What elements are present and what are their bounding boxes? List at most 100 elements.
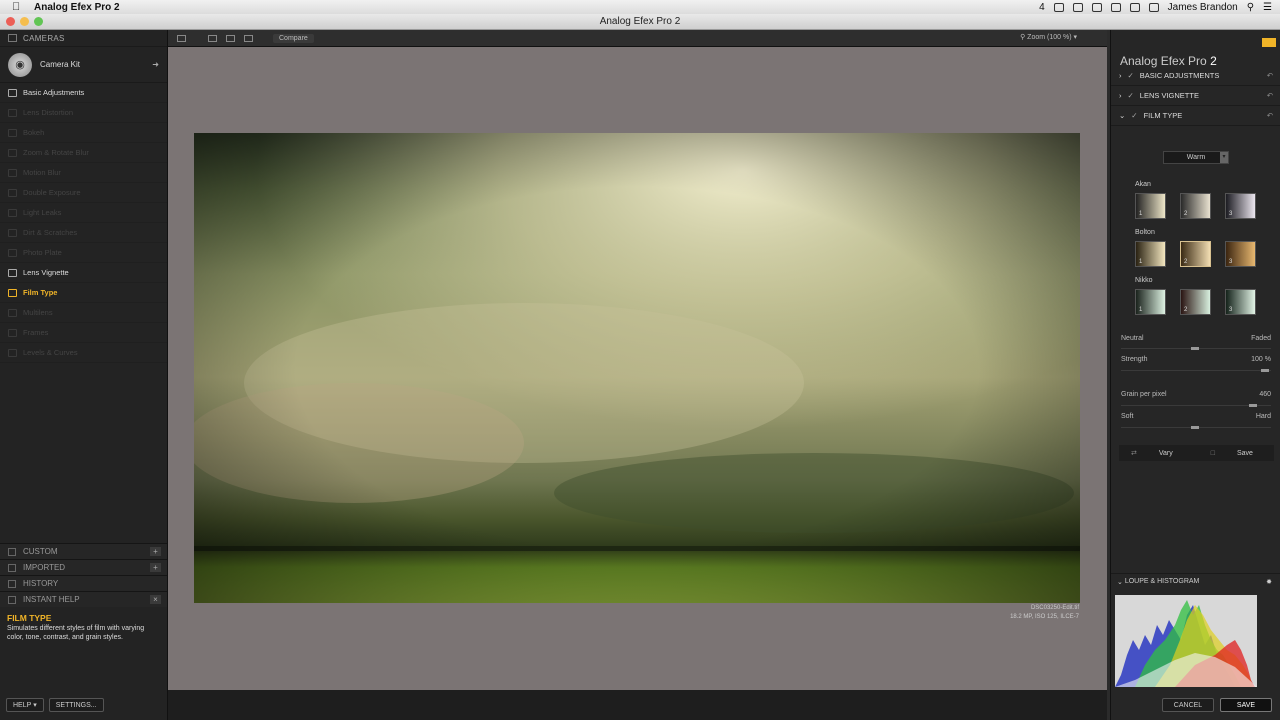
save-preset-icon[interactable]: □ [1211,450,1215,457]
filter-toggle-icon[interactable] [8,148,17,157]
filter-toggle-icon[interactable] [8,288,17,297]
reset-icon[interactable]: ↶ [1267,111,1273,120]
filter-toggle-icon[interactable] [8,108,17,117]
filter-item[interactable]: Motion Blur [0,163,167,183]
save-button[interactable]: SAVE [1220,698,1272,712]
filter-item[interactable]: Dirt & Scratches [0,223,167,243]
panel-toggle-icon[interactable] [177,34,186,42]
battery-icon[interactable] [1148,2,1159,12]
filter-toggle-icon[interactable] [8,88,17,97]
filter-item[interactable]: Levels & Curves [0,343,167,363]
preview-canvas[interactable]: DSC03250-Edit.tif 18.2 MP, ISO 125, ILCE… [168,47,1107,690]
filter-item[interactable]: Double Exposure [0,183,167,203]
loupe-histogram-header[interactable]: ⌄ LOUPE & HISTOGRAM ✸ [1111,573,1280,589]
filter-toggle-icon[interactable] [8,128,17,137]
history-section[interactable]: HISTORY [0,575,167,591]
filter-toggle-icon[interactable] [8,348,17,357]
filter-toggle-icon[interactable] [8,208,17,217]
section-film-type[interactable]: ⌄ ✓ FILM TYPE ↶ [1111,106,1280,126]
menu-app-name[interactable]: Analog Efex Pro 2 [34,2,120,13]
shuffle-icon[interactable]: ⇄ [1131,449,1137,457]
zoom-button[interactable] [34,17,43,26]
list-icon[interactable]: ☰ [1263,2,1272,13]
soft-hard-slider[interactable] [1121,426,1271,429]
custom-section[interactable]: CUSTOM + [0,543,167,559]
filter-toggle-icon[interactable] [8,228,17,237]
section-basic-adjustments[interactable]: › ✓ BASIC ADJUSTMENTS ↶ [1111,66,1280,86]
filter-item[interactable]: Multilens [0,303,167,323]
film-swatch-nikko-3[interactable]: 3 [1225,289,1256,315]
filter-item[interactable]: Film Type [0,283,167,303]
filter-item[interactable]: Zoom & Rotate Blur [0,143,167,163]
checkmark-icon[interactable]: ✓ [1131,111,1137,120]
chevron-right-icon[interactable]: › [1119,71,1122,80]
filter-item[interactable]: Photo Plate [0,243,167,263]
filter-toggle-icon[interactable] [8,308,17,317]
minimize-button[interactable] [20,17,29,26]
wifi-icon[interactable] [1129,2,1140,12]
apple-icon[interactable]:  [12,1,26,13]
filter-toggle-icon[interactable] [8,268,17,277]
filter-item[interactable]: Bokeh [0,123,167,143]
filter-toggle-icon[interactable] [8,188,17,197]
checkmark-icon[interactable]: ✓ [1128,91,1134,100]
section-lens-vignette[interactable]: › ✓ LENS VIGNETTE ↶ [1111,86,1280,106]
slider-thumb[interactable] [1191,426,1199,429]
dropbox-icon[interactable] [1091,2,1102,12]
film-style-dropdown[interactable]: Warm ▾ [1163,151,1229,164]
film-swatch-nikko-1[interactable]: 1 [1135,289,1166,315]
chevron-down-icon[interactable]: ⌄ [1119,111,1125,120]
camera-kit-item[interactable]: ◉ Camera Kit ➜ [0,47,167,83]
vary-button[interactable]: Vary [1159,450,1173,457]
cancel-button[interactable]: CANCEL [1162,698,1214,712]
volume-icon[interactable] [1110,2,1121,12]
filter-item[interactable]: Frames [0,323,167,343]
film-swatch-akan-3[interactable]: 3 [1225,193,1256,219]
film-swatch-akan-2[interactable]: 2 [1180,193,1211,219]
reset-icon[interactable]: ↶ [1267,71,1273,80]
status-badge[interactable]: 4 [1039,2,1045,13]
reset-icon[interactable]: ↶ [1267,91,1273,100]
film-swatch-bolton-3[interactable]: 3 [1225,241,1256,267]
filter-toggle-icon[interactable] [8,248,17,257]
add-icon[interactable]: + [150,547,161,556]
filter-toggle-icon[interactable] [8,328,17,337]
close-icon[interactable]: × [150,595,161,604]
cameras-header[interactable]: CAMERAS [0,30,167,47]
search-icon[interactable]: ⚲ [1247,2,1254,13]
side-by-side-icon[interactable] [244,34,253,42]
chevron-down-icon[interactable]: ⌄ [1117,578,1123,586]
film-swatch-bolton-2[interactable]: 2 [1180,241,1211,267]
filter-item[interactable]: Light Leaks [0,203,167,223]
slider-thumb[interactable] [1249,404,1257,407]
filter-item[interactable]: Lens Distortion [0,103,167,123]
checkmark-icon[interactable]: ✓ [1128,71,1134,80]
instant-help-section[interactable]: INSTANT HELP × [0,591,167,607]
settings-button[interactable]: SETTINGS... [48,698,104,712]
grain-slider[interactable] [1121,404,1271,407]
filter-toggle-icon[interactable] [8,168,17,177]
camera-icon[interactable] [1053,2,1064,12]
slider-thumb[interactable] [1191,347,1199,350]
help-button[interactable]: HELP ▾ [6,698,44,712]
close-button[interactable] [6,17,15,26]
filter-item[interactable]: Lens Vignette [0,263,167,283]
split-view-icon[interactable] [226,34,235,42]
zoom-control[interactable]: ⚲ Zoom (100 %) ▾ [1020,33,1077,41]
neutral-faded-slider[interactable] [1121,347,1271,350]
film-swatch-nikko-2[interactable]: 2 [1180,289,1211,315]
strength-slider[interactable] [1121,369,1271,372]
compare-button[interactable]: Compare [273,33,314,43]
imported-section[interactable]: IMPORTED + [0,559,167,575]
filter-item[interactable]: Basic Adjustments [0,83,167,103]
pin-icon[interactable]: ✸ [1266,578,1272,586]
single-view-icon[interactable] [208,34,217,42]
add-icon[interactable]: + [150,563,161,572]
preview-image[interactable] [194,133,1080,603]
slider-thumb[interactable] [1261,369,1269,372]
save-preset-button[interactable]: Save [1237,450,1253,457]
film-swatch-bolton-1[interactable]: 1 [1135,241,1166,267]
bell-icon[interactable] [1072,2,1083,12]
arrow-right-icon[interactable]: ➜ [152,60,159,69]
film-swatch-akan-1[interactable]: 1 [1135,193,1166,219]
